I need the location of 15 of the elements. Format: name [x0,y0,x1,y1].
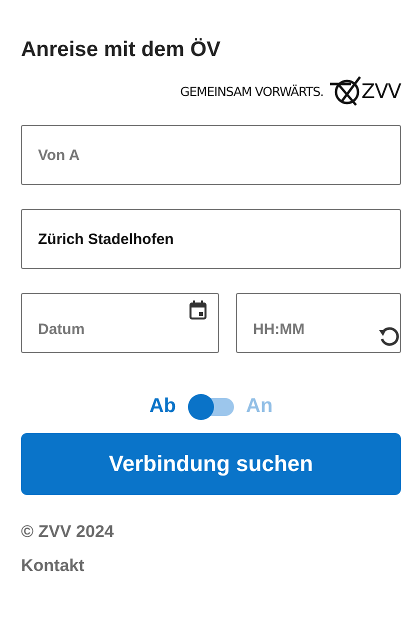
toggle-label: An [246,395,273,418]
logo-tagline: GEMEINSAM VORWÄRTS. [180,84,324,98]
contact-link[interactable]: Kontakt [21,556,84,576]
date-field[interactable]: Datum [21,293,219,353]
input-field[interactable]: Von A [21,125,401,185]
logo-name: ZVV [361,79,401,103]
search-button[interactable]: Verbindung suchen [21,433,401,495]
reset-icon[interactable] [378,325,400,347]
toggle-label: Ab [149,395,176,418]
logo-icon [329,75,364,107]
input-field[interactable]: Zürich Stadelhofen [21,209,401,269]
calendar-icon[interactable] [189,300,207,320]
copyright-text: © ZVV 2024 [21,522,115,542]
time-field[interactable]: HH:MM [236,293,401,353]
page-title: Anreise mit dem ÖV [21,37,222,63]
